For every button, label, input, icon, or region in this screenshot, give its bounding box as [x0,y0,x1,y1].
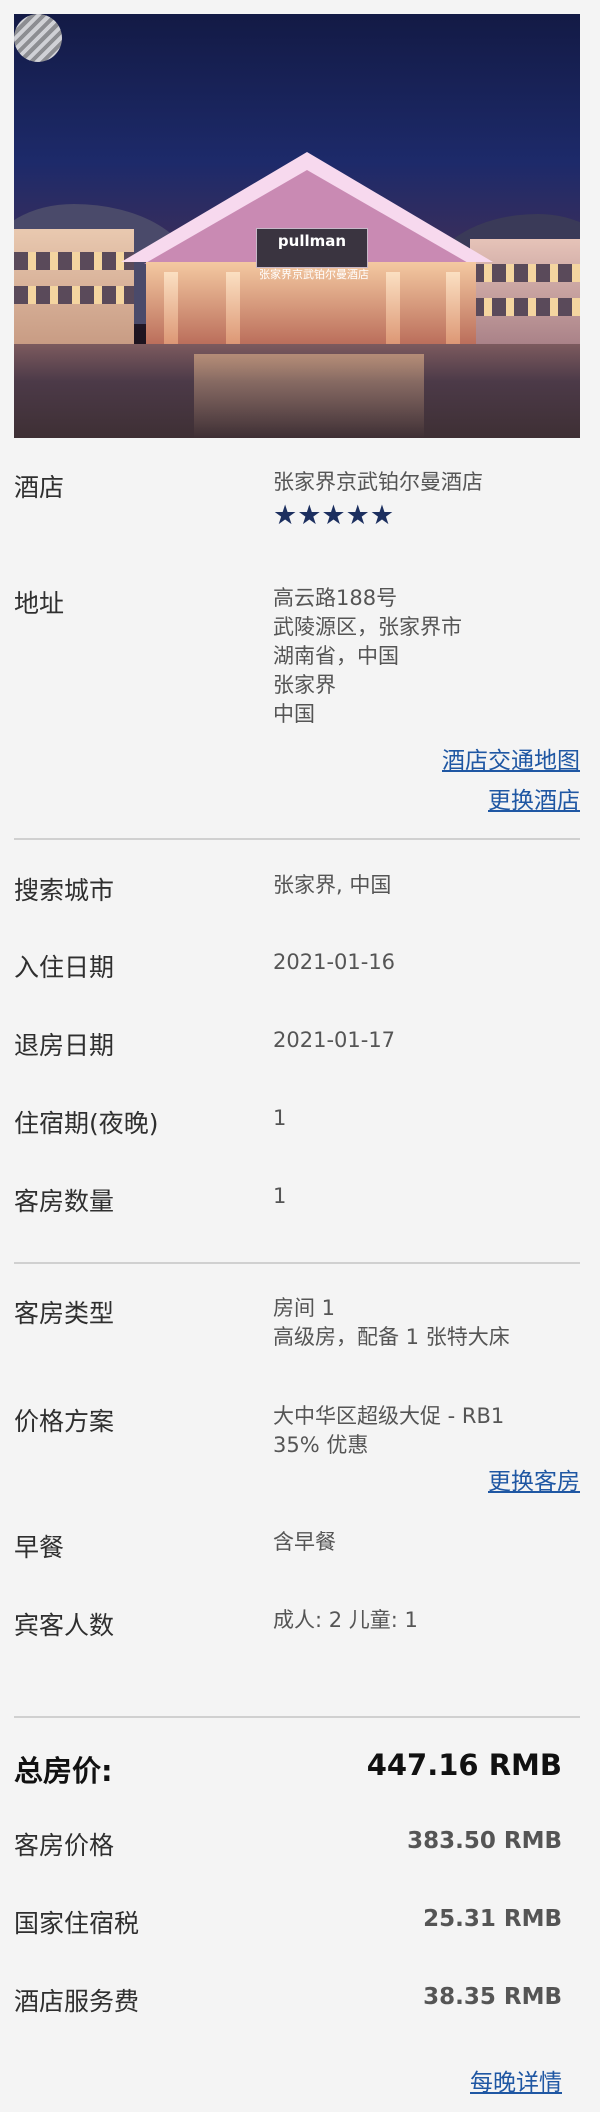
check-out-label: 退房日期 [14,1031,115,1060]
change-hotel-link[interactable]: 更换酒店 [488,781,580,815]
search-city-label: 搜索城市 [14,876,115,905]
address-label: 地址 [14,589,65,618]
photo-windows [14,252,134,270]
photo-windows [470,264,580,282]
rate-plan-block: 大中华区超级大促 - RB1 35% 优惠 [273,1402,504,1460]
rate-plan-label: 价格方案 [14,1407,115,1436]
photo-windows [470,298,580,316]
photo-pillar [446,272,460,352]
lodging-tax-label: 国家住宿税 [14,1909,140,1938]
total-price-label: 总房价: [14,1754,113,1788]
star-rating-icon: ★★★★★ [273,500,395,531]
address-line: 武陵源区，张家界市 [273,615,462,639]
room-type-block: 房间 1 高级房，配备 1 张特大床 [273,1294,510,1352]
address-line: 高云路188号 [273,586,398,610]
guests-label: 宾客人数 [14,1611,115,1640]
check-in-value: 2021-01-16 [273,950,396,974]
total-price-value: 447.16 RMB [366,1748,562,1782]
photo-sign-brand: pullman [256,228,368,268]
address-line: 张家界 [273,673,336,697]
hotel-photo: pullman 张家界京武铂尔曼酒店 [14,14,580,438]
check-out-value: 2021-01-17 [273,1028,396,1052]
nights-label: 住宿期(夜晚) [14,1109,159,1138]
section-divider [14,1262,580,1264]
rate-plan-name: 大中华区超级大促 - RB1 [273,1404,505,1428]
hotel-label: 酒店 [14,473,65,502]
address-line: 中国 [273,702,315,726]
check-in-label: 入住日期 [14,953,115,982]
breakfast-label: 早餐 [14,1533,65,1562]
nights-value: 1 [273,1106,287,1130]
photo-sign-name: 张家界京武铂尔曼酒店 [259,268,369,281]
hotel-name: 张家界京武铂尔曼酒店 [273,470,483,494]
room-type-label: 客房类型 [14,1299,115,1328]
hotel-map-link[interactable]: 酒店交通地图 [442,741,580,775]
section-divider [14,1716,580,1718]
service-fee-label: 酒店服务费 [14,1987,140,2016]
photo-pillar [164,272,178,352]
address-block: 高云路188号 武陵源区，张家界市 湖南省，中国 张家界 中国 [273,584,462,729]
rooms-value: 1 [273,1184,287,1208]
section-divider [14,838,580,840]
photo-windows [14,286,134,304]
nightly-details-link[interactable]: 每晚详情 [470,2063,562,2097]
photo-pillar [386,272,400,352]
booking-summary: pullman 张家界京武铂尔曼酒店 酒店 张家界京武铂尔曼酒店 ★★★★★ 地… [0,0,600,2112]
room-number: 房间 1 [273,1296,336,1320]
photo-badge-icon [14,14,62,62]
lodging-tax-value: 25.31 RMB [423,1906,562,1932]
photo-reflection [194,354,424,438]
change-room-link[interactable]: 更换客房 [488,1462,580,1496]
address-line: 湖南省，中国 [273,644,399,668]
rate-plan-discount: 35% 优惠 [273,1433,369,1457]
photo-pillar [226,272,240,352]
rooms-label: 客房数量 [14,1187,115,1216]
room-description: 高级房，配备 1 张特大床 [273,1325,510,1349]
service-fee-value: 38.35 RMB [423,1984,562,2010]
room-price-value: 383.50 RMB [407,1828,562,1854]
search-city-value: 张家界, 中国 [273,873,392,897]
breakfast-value: 含早餐 [273,1530,336,1554]
room-price-label: 客房价格 [14,1831,115,1860]
guests-value: 成人: 2 儿童: 1 [273,1608,418,1632]
